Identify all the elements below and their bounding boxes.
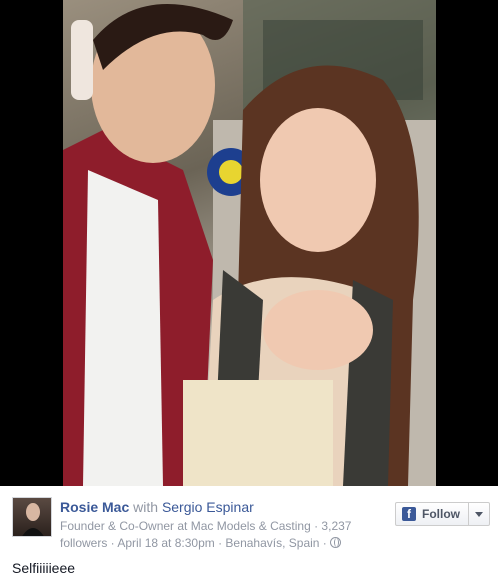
follow-button-group: f Follow xyxy=(395,502,490,526)
author-avatar[interactable] xyxy=(12,497,52,537)
author-line: Rosie Mac with Sergio Espinar xyxy=(60,498,380,516)
with-word: with xyxy=(133,499,159,515)
globe-icon[interactable] xyxy=(330,537,342,548)
post-header: Rosie Mac with Sergio Espinar Founder & … xyxy=(0,486,498,576)
post-photo[interactable] xyxy=(63,0,436,486)
photo-frame xyxy=(0,0,498,486)
tagged-person-link[interactable]: Sergio Espinar xyxy=(162,499,254,515)
follow-button[interactable]: f Follow xyxy=(396,503,469,525)
facebook-logo-icon: f xyxy=(402,507,416,521)
author-subtitle: Founder & Co-Owner at Mac Models & Casti… xyxy=(60,518,380,552)
post-meta: Rosie Mac with Sergio Espinar Founder & … xyxy=(60,498,380,552)
author-name-link[interactable]: Rosie Mac xyxy=(60,499,129,515)
post-caption: Selfiiiiieee xyxy=(12,560,76,576)
selfie-illustration xyxy=(63,0,436,486)
subtitle-line-1: Founder & Co-Owner at Mac Models & Casti… xyxy=(60,519,352,533)
follow-options-chevron-down-icon[interactable] xyxy=(469,503,489,525)
follow-label: Follow xyxy=(422,507,460,521)
subtitle-line-2: followers · April 18 at 8:30pm · Benahav… xyxy=(60,536,327,550)
